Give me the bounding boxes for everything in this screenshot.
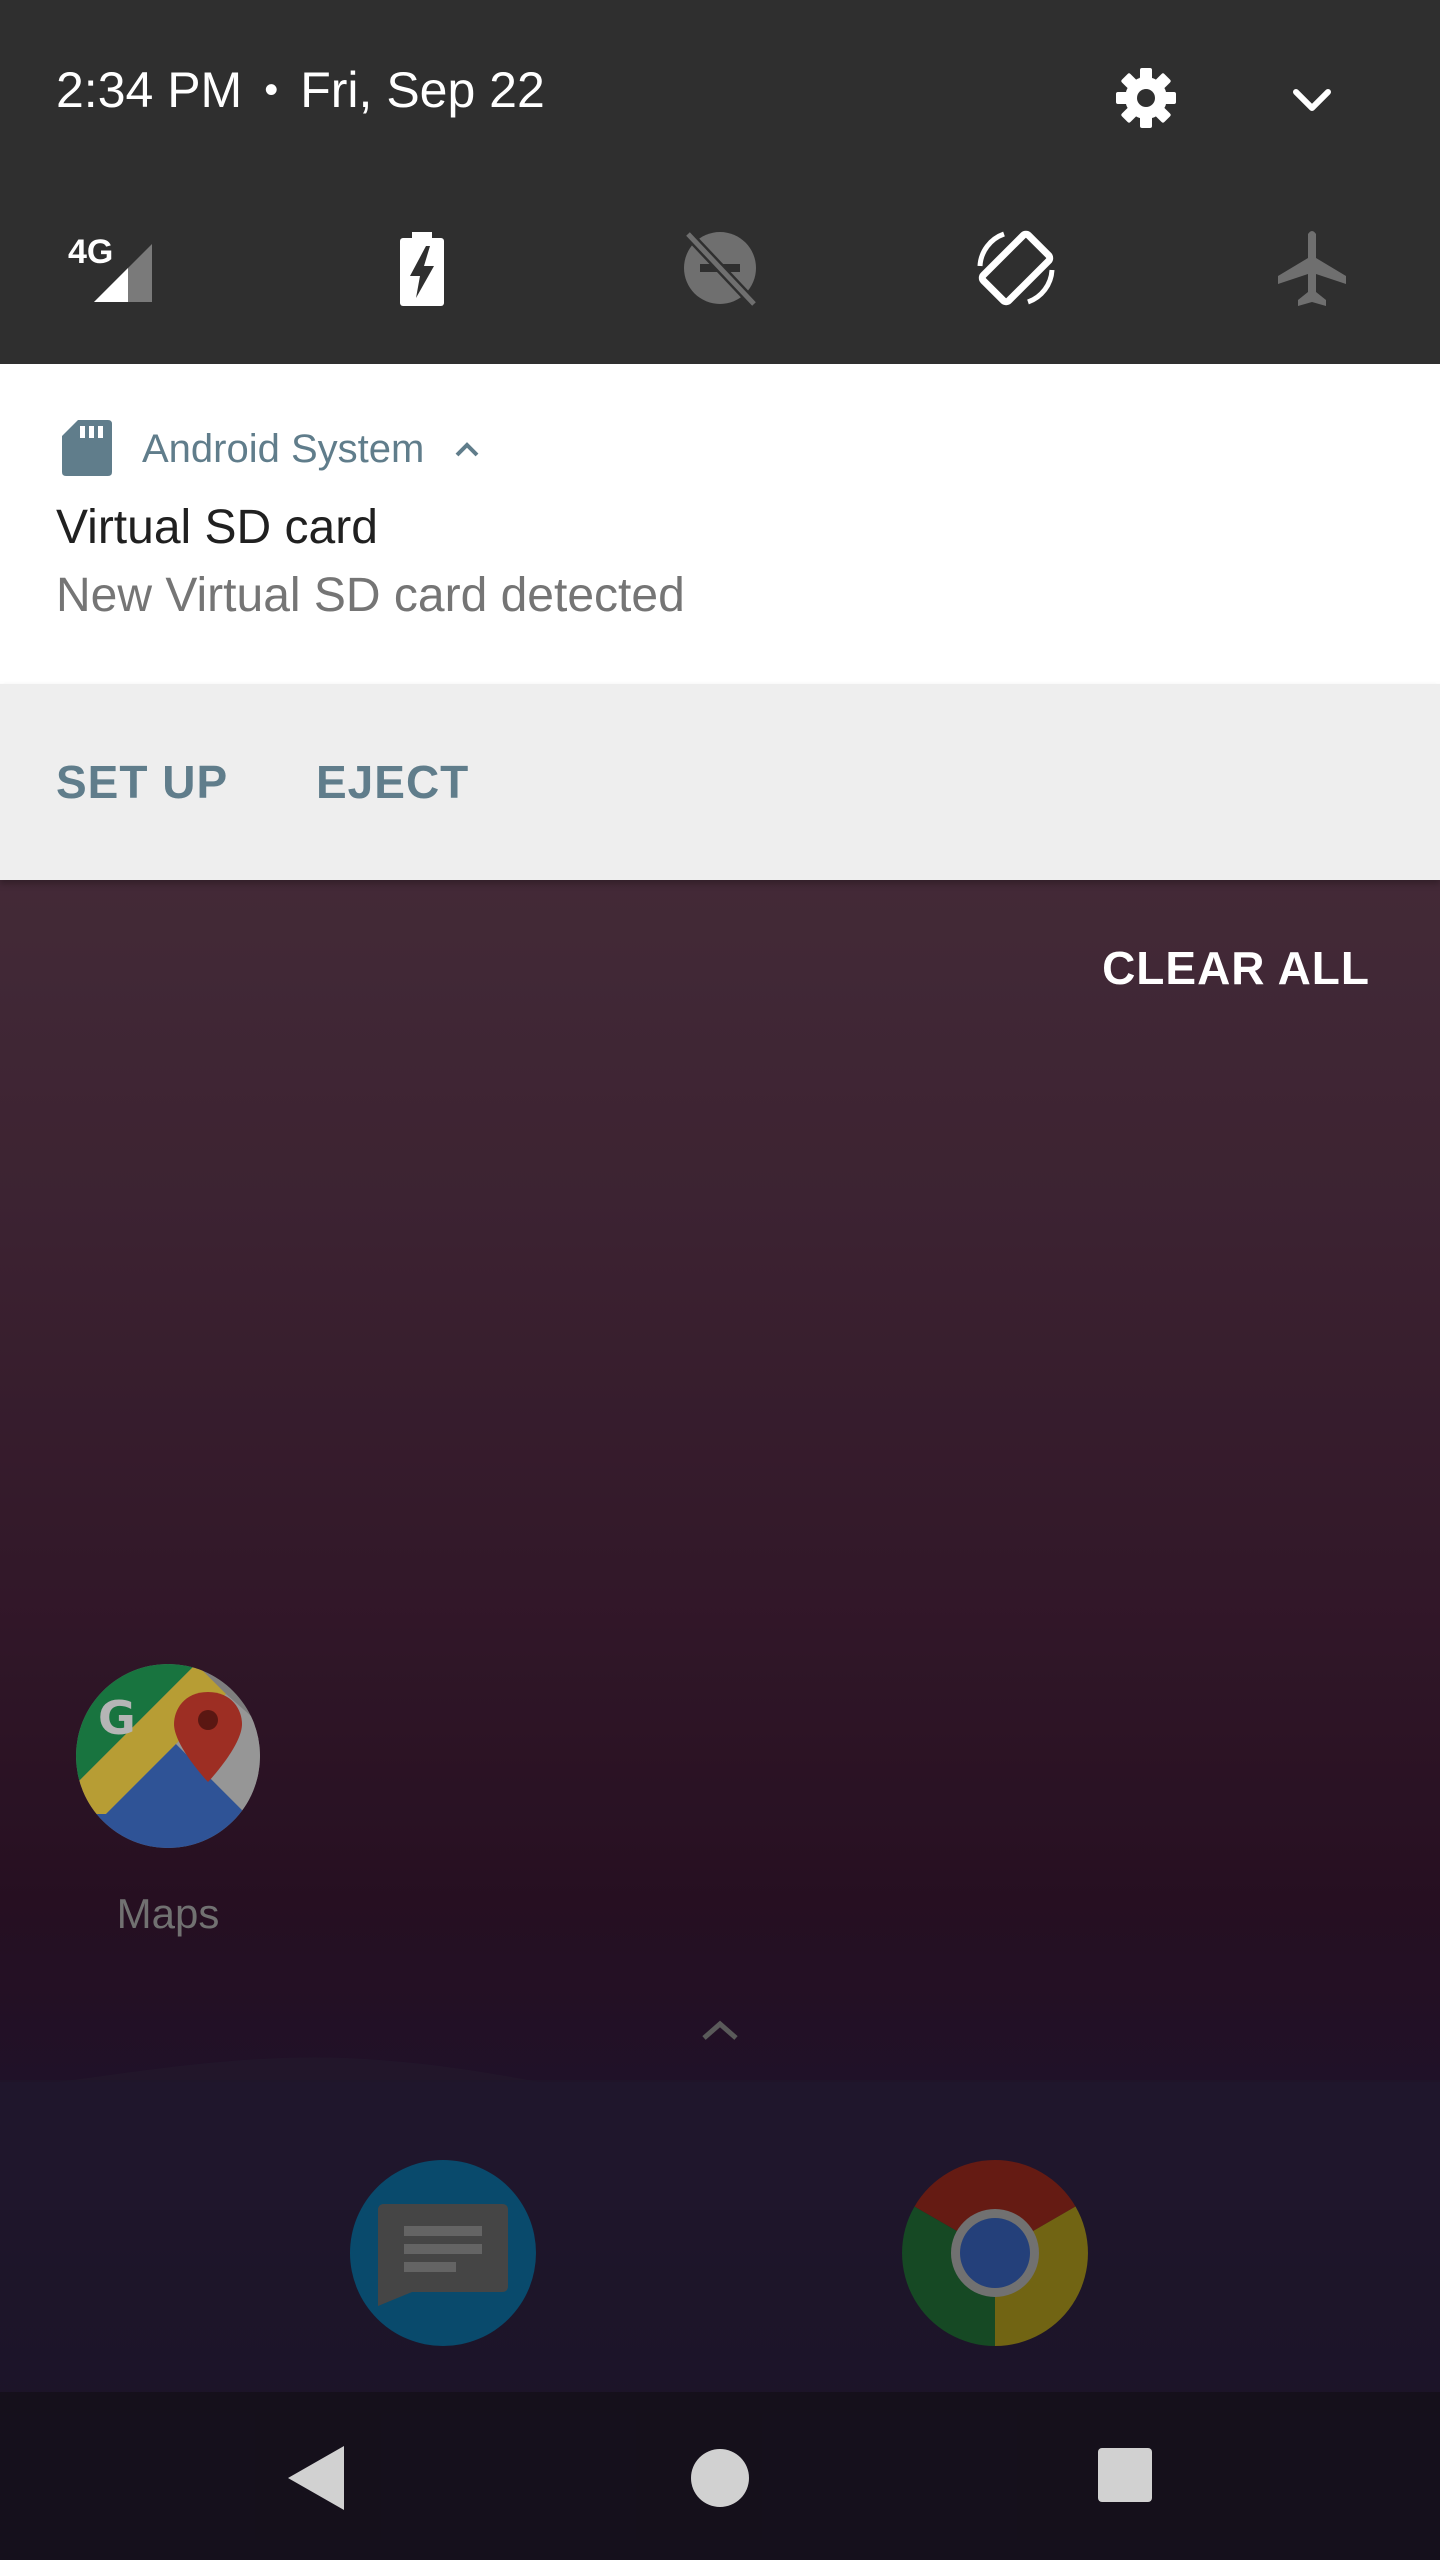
messages-app-icon[interactable] [350,2160,536,2346]
notification-actions: SET UP EJECT [0,684,1440,880]
home-circle-icon[interactable] [690,2448,750,2508]
gear-icon[interactable] [1114,66,1178,130]
sd-card-icon [62,420,112,476]
cellular-label: 4G [68,233,114,271]
separator-dot: • [264,68,279,112]
svg-text:G: G [98,1691,136,1745]
notification-title: Virtual SD card [56,501,378,554]
date: Fri, Sep 22 [300,62,545,118]
notification-text: New Virtual SD card detected [56,569,685,622]
do-not-disturb-off-icon[interactable] [678,226,762,310]
date-time: 2:34 PM • Fri, Sep 22 [56,58,545,122]
notification-app-name: Android System [142,427,425,471]
recents-square-icon[interactable] [1098,2448,1152,2502]
maps-app-icon[interactable]: G [76,1664,260,1848]
quick-settings-header: 2:34 PM • Fri, Sep 22 4G [0,0,1440,364]
auto-rotate-icon[interactable] [974,226,1058,310]
battery-saver-icon[interactable] [380,226,464,310]
chevron-down-icon[interactable] [1286,74,1338,126]
set-up-button[interactable]: SET UP [56,754,228,810]
dock [0,2082,1440,2402]
chevron-up-icon[interactable] [452,434,482,464]
back-triangle-icon[interactable] [286,2442,350,2514]
maps-app-label[interactable]: Maps [68,1888,268,1940]
clear-all-button[interactable]: CLEAR ALL [1102,940,1370,996]
chevron-up-icon[interactable] [696,2006,744,2054]
eject-button[interactable]: EJECT [316,754,469,810]
notification-card[interactable]: Android System Virtual SD card New Virtu… [0,364,1440,684]
chrome-app-icon[interactable] [902,2160,1088,2346]
clock: 2:34 PM [56,62,243,118]
airplane-mode-icon[interactable] [1270,226,1354,310]
